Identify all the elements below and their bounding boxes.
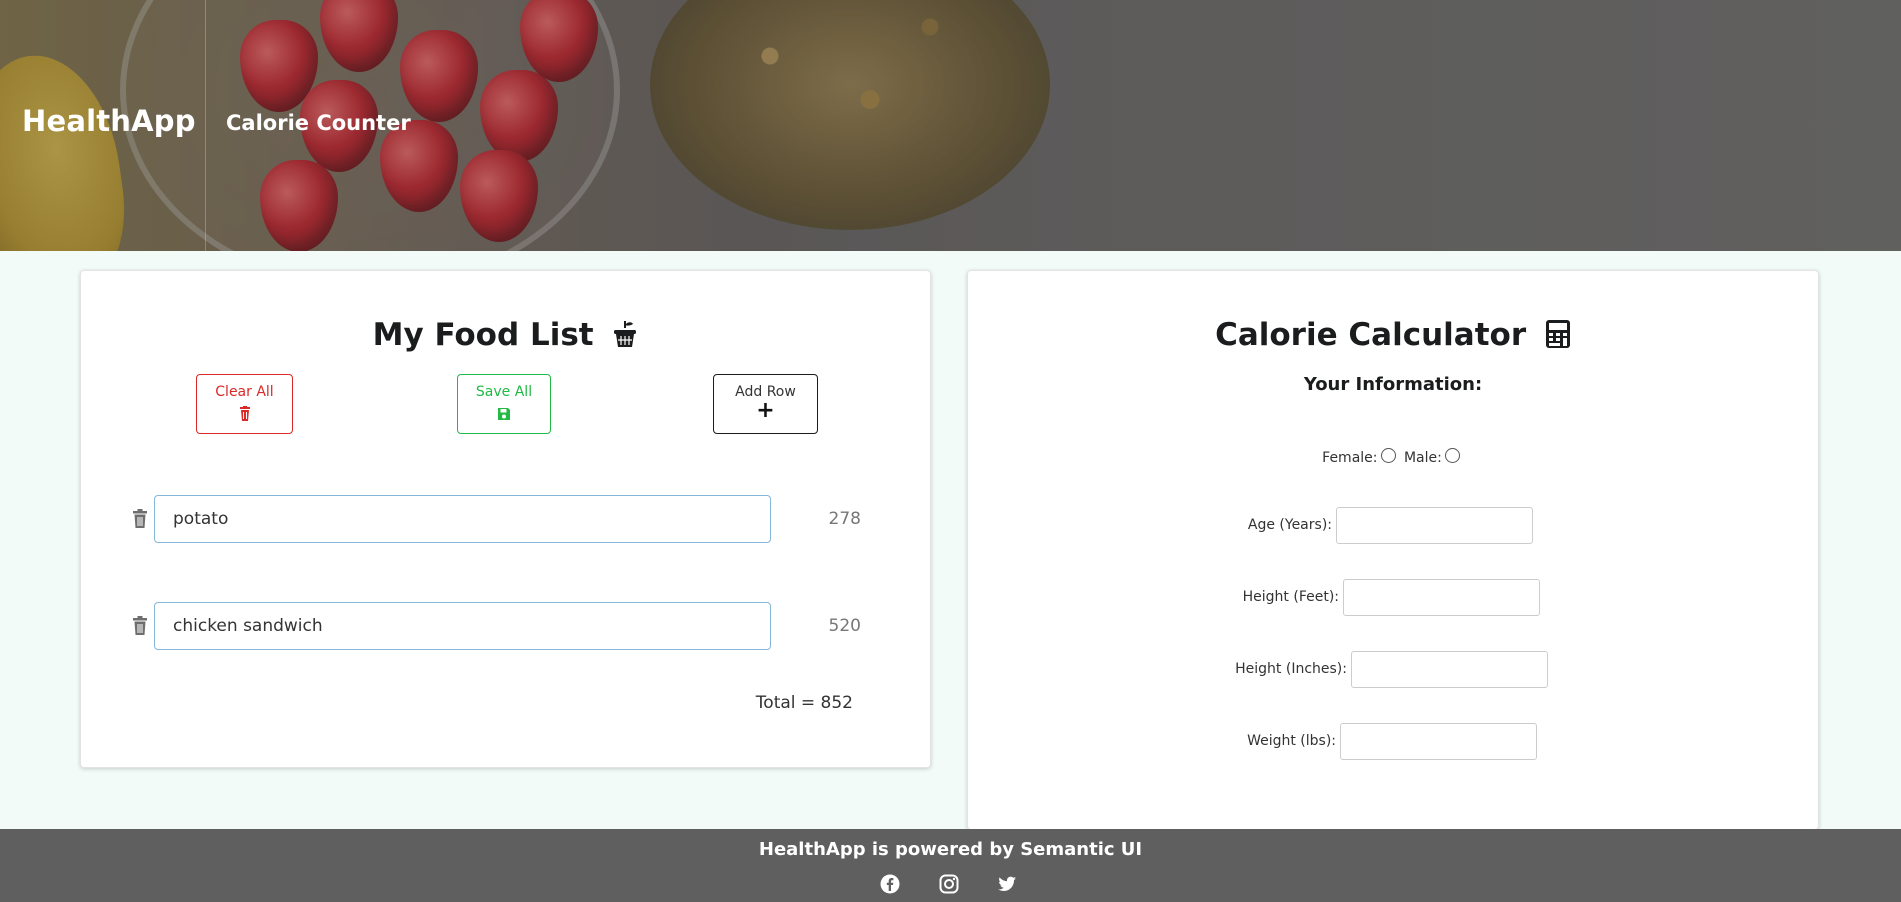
- nav-divider: [205, 0, 206, 251]
- calculator-icon: [1545, 319, 1571, 357]
- age-label: Age (Years):: [1247, 517, 1332, 533]
- food-name-input[interactable]: [154, 602, 771, 650]
- food-list-title: My Food List: [81, 317, 930, 357]
- save-all-label: Save All: [475, 384, 533, 400]
- weight-label: Weight (lbs):: [1247, 733, 1336, 749]
- add-row-button[interactable]: Add Row +: [713, 374, 818, 434]
- your-information-heading: Your Information:: [1303, 374, 1483, 395]
- trash-icon[interactable]: [131, 616, 149, 636]
- height-feet-input[interactable]: [1343, 579, 1540, 616]
- hero-banner: HealthApp Calorie Counter: [0, 0, 1901, 251]
- weight-input[interactable]: [1340, 723, 1537, 760]
- food-row: 278: [131, 495, 891, 543]
- instagram-icon[interactable]: [939, 874, 959, 894]
- male-label: Male:: [1403, 450, 1442, 466]
- food-list-title-text: My Food List: [372, 317, 594, 353]
- save-icon: [498, 408, 510, 420]
- female-radio[interactable]: [1380, 448, 1396, 463]
- calculator-title-text: Calorie Calculator: [1215, 317, 1527, 353]
- facebook-icon[interactable]: [880, 874, 900, 894]
- save-all-button[interactable]: Save All: [457, 374, 551, 434]
- height-inches-label: Height (Inches):: [1235, 661, 1347, 677]
- height-feet-label: Height (Feet):: [1242, 589, 1339, 605]
- gender-selector: Female: Male:: [968, 448, 1818, 466]
- food-name-input[interactable]: [154, 495, 771, 543]
- calculator-title: Calorie Calculator: [968, 317, 1818, 357]
- clear-all-button[interactable]: Clear All: [196, 374, 293, 434]
- brand-logo[interactable]: HealthApp: [22, 104, 196, 138]
- calorie-calculator-card: Calorie Calculator Your Information: Fem…: [967, 270, 1819, 830]
- male-radio[interactable]: [1444, 448, 1460, 463]
- food-list-card: My Food List Clear All Save All Add Row …: [80, 270, 931, 768]
- footer: HealthApp is powered by Semantic UI: [0, 829, 1901, 902]
- footer-text: HealthApp is powered by Semantic UI: [758, 839, 1143, 860]
- trash-icon[interactable]: [131, 509, 149, 529]
- trash-icon: [239, 406, 250, 421]
- height-inches-input[interactable]: [1351, 651, 1548, 688]
- plus-icon: +: [756, 398, 775, 423]
- clear-all-label: Clear All: [215, 384, 274, 400]
- food-row: 520: [131, 602, 891, 650]
- female-label: Female:: [1322, 450, 1378, 466]
- age-input[interactable]: [1336, 507, 1533, 544]
- food-calories: 520: [828, 616, 861, 636]
- basket-icon: [612, 319, 638, 357]
- twitter-icon[interactable]: [997, 874, 1017, 894]
- nav-link-calorie-counter[interactable]: Calorie Counter: [226, 111, 411, 135]
- food-calories: 278: [828, 509, 861, 529]
- total-calories: Total = 852: [755, 693, 853, 713]
